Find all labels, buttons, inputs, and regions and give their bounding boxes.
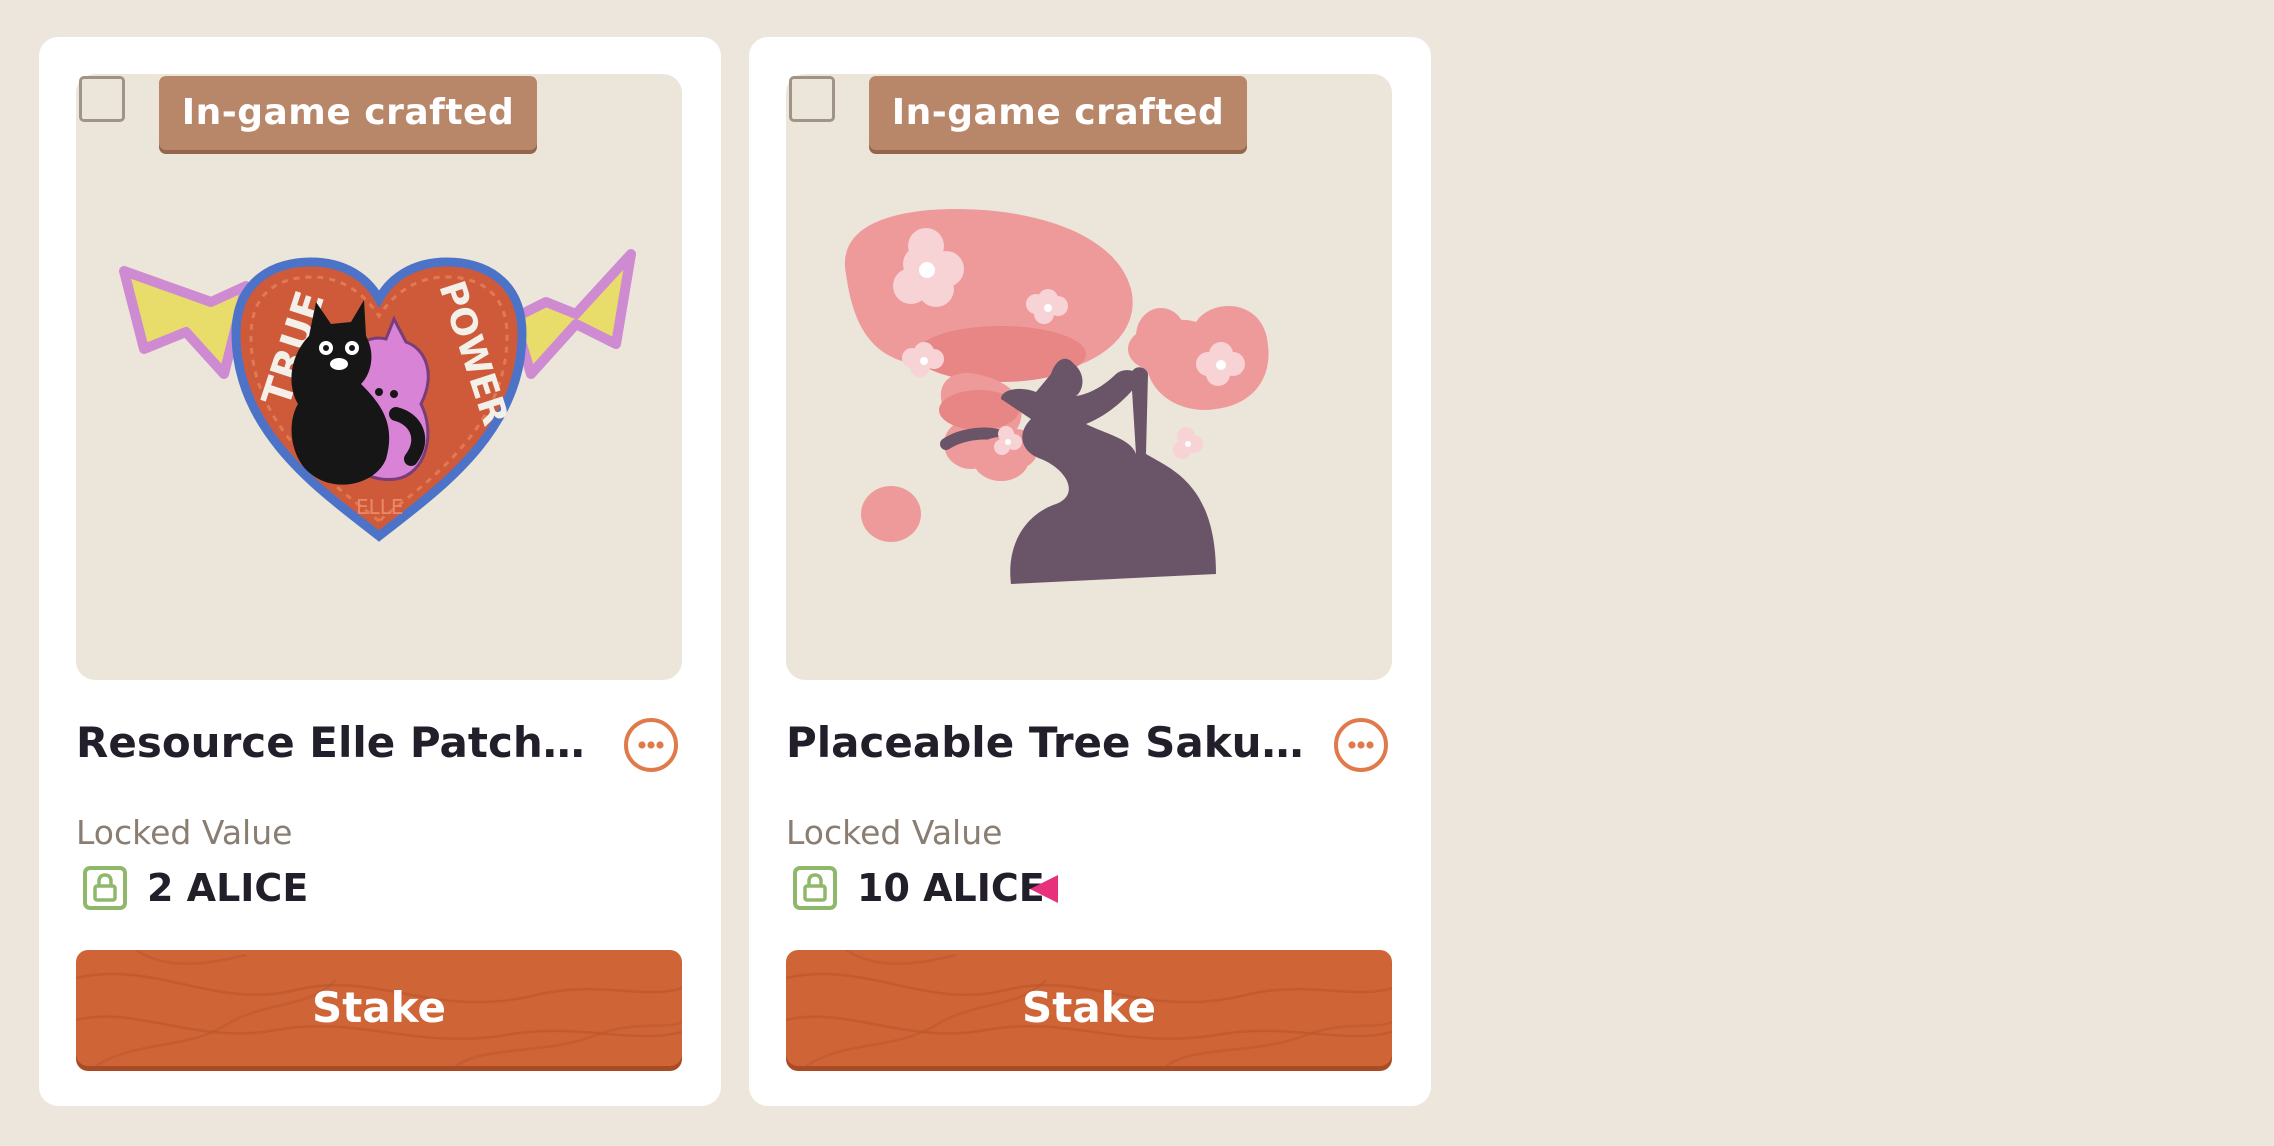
nft-card: TRUE POWER ELLE In-game crafted Resource… bbox=[39, 37, 721, 1106]
locked-value-amount: 10 ALICE bbox=[857, 866, 1045, 910]
ellipsis-icon bbox=[1348, 741, 1374, 749]
in-game-crafted-badge: In-game crafted bbox=[869, 76, 1247, 150]
stake-button[interactable]: Stake bbox=[786, 950, 1392, 1066]
lock-icon bbox=[793, 866, 837, 910]
sakura-tree-artwork bbox=[844, 209, 1269, 584]
in-game-crafted-badge: In-game crafted bbox=[159, 76, 537, 150]
ellipsis-icon bbox=[638, 741, 664, 749]
stake-button-label: Stake bbox=[1022, 983, 1156, 1032]
locked-value-amount: 2 ALICE bbox=[147, 866, 309, 910]
heart-patch-artwork: TRUE POWER ELLE bbox=[119, 249, 636, 542]
locked-value-label: Locked Value bbox=[76, 813, 293, 852]
select-checkbox[interactable] bbox=[79, 76, 125, 122]
more-options-button[interactable] bbox=[1334, 718, 1388, 772]
nft-card: In-game crafted Placeable Tree Sakura Lo… bbox=[749, 37, 1431, 1106]
svg-text:ELLE: ELLE bbox=[356, 495, 404, 519]
item-artwork[interactable] bbox=[786, 74, 1392, 680]
more-options-button[interactable] bbox=[624, 718, 678, 772]
item-name: Placeable Tree Sakura bbox=[786, 718, 1306, 767]
pointer-arrow-icon bbox=[1030, 875, 2003, 903]
item-name: Resource Elle Patch Ca... bbox=[76, 718, 596, 767]
stake-button[interactable]: Stake bbox=[76, 950, 682, 1066]
item-artwork[interactable]: TRUE POWER ELLE bbox=[76, 74, 682, 680]
select-checkbox[interactable] bbox=[789, 76, 835, 122]
stake-button-label: Stake bbox=[312, 983, 446, 1032]
lock-icon bbox=[83, 866, 127, 910]
locked-value-label: Locked Value bbox=[786, 813, 1003, 852]
